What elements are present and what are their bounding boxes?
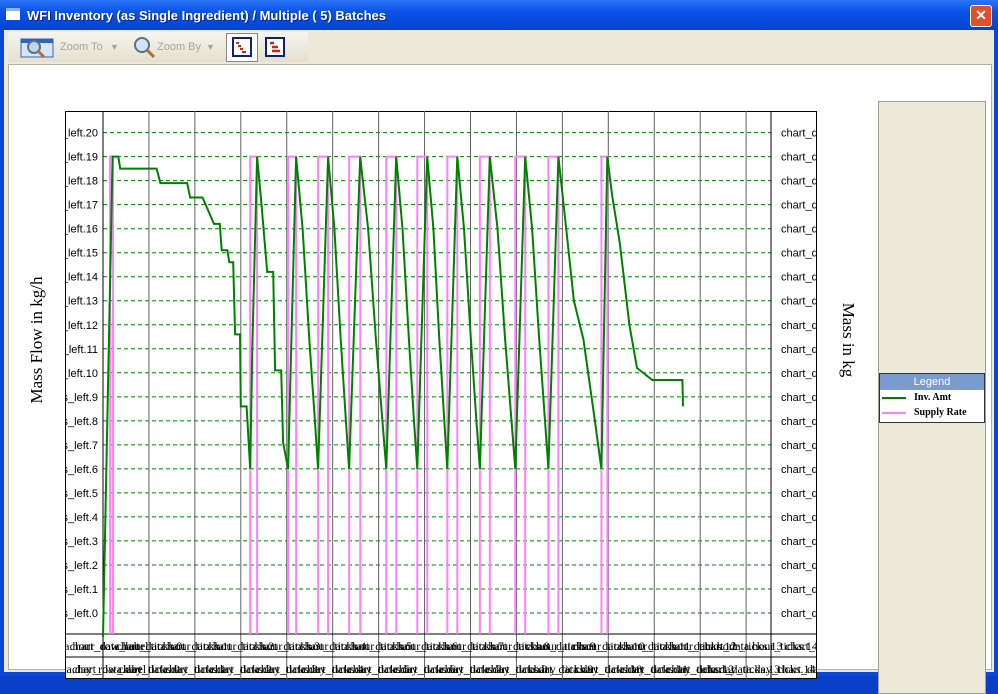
90000: chart_data.yticks_right.17: [781, 200, 817, 212]
magnifier-icon[interactable]: [132, 35, 158, 59]
14000: chart_data.yticks_left.13: [65, 296, 98, 308]
chart-panel: Mass Flow in kg/h Mass in kg chart_data.…: [8, 64, 992, 694]
y-axis-label-left: Mass Flow in kg/h: [27, 276, 46, 404]
15000: chart_data.yticks_right.2: [781, 560, 817, 572]
window: WFI Inventory (as Single Ingredient) / M…: [0, 0, 998, 694]
7000: chart_data.yticks_left.6: [65, 464, 98, 476]
25000: chart_data.yticks_right.4: [781, 512, 817, 524]
80000: chart_data.yticks_right.15: [781, 248, 817, 260]
12000: chart_data.yticks_left.11: [65, 344, 98, 356]
2000: chart_data.yticks_left.1: [65, 584, 98, 596]
window-title: WFI Inventory (as Single Ingredient) / M…: [27, 8, 386, 23]
5000: chart_data.yticks_left.4: [65, 512, 98, 524]
chart-frame: [65, 111, 817, 679]
13000: chart_data.yticks_left.12: [65, 320, 98, 332]
65000: chart_data.yticks_right.12: [781, 320, 817, 332]
zoom-by-dropdown-icon[interactable]: ▼: [206, 35, 215, 59]
3000: chart_data.yticks_left.2: [65, 560, 98, 572]
4000: chart_data.yticks_left.3: [65, 536, 98, 548]
zoom-to-dropdown-icon[interactable]: ▼: [110, 35, 119, 59]
95000: chart_data.yticks_right.18: [781, 176, 817, 188]
client-area: Zoom To ▼ Zoom By ▼ Mass Flow in kg/h Ma…: [4, 30, 994, 694]
legend-title: Legend: [880, 374, 984, 390]
5000: chart_data.yticks_right.0: [781, 608, 817, 620]
75000: chart_data.yticks_right.14: [781, 272, 817, 284]
legend-item-inv-amt: Inv. Amt: [880, 390, 984, 405]
zoom-to-icon[interactable]: [20, 35, 54, 59]
100000: chart_data.yticks_right.19: [781, 152, 817, 164]
1000: chart_data.yticks_left.0: [65, 608, 98, 620]
40000: chart_data.yticks_right.7: [781, 440, 817, 452]
15: chart_data.day_ticks.14: [702, 662, 816, 676]
8000: chart_data.yticks_left.7: [65, 440, 98, 452]
equipment-chart-icon[interactable]: [262, 35, 288, 59]
y-axis-label-right: Mass in kg: [839, 302, 858, 378]
10000: chart_data.yticks_left.9: [65, 392, 98, 404]
50000: chart_data.yticks_right.9: [781, 392, 817, 404]
30000: chart_data.yticks_right.5: [781, 488, 817, 500]
close-button[interactable]: ✕: [970, 5, 992, 27]
15000: chart_data.yticks_left.14: [65, 272, 98, 284]
20000: chart_data.yticks_left.19: [65, 152, 98, 164]
45000: chart_data.yticks_right.8: [781, 416, 817, 428]
60000: chart_data.yticks_right.11: [781, 344, 817, 356]
21000: chart_data.yticks_left.20: [65, 128, 98, 140]
9000: chart_data.yticks_left.8: [65, 416, 98, 428]
gantt-chart-icon[interactable]: [226, 33, 258, 62]
legend-panel: Legend Inv. Amt Supply Rate: [878, 101, 986, 694]
legend-swatch: [882, 397, 906, 399]
17000: chart_data.yticks_left.16: [65, 224, 98, 236]
70000: chart_data.yticks_right.13: [781, 296, 817, 308]
legend-swatch: [882, 412, 906, 414]
zoom-to-button[interactable]: Zoom To: [60, 35, 103, 59]
10000: chart_data.yticks_right.1: [781, 584, 817, 596]
11000: chart_data.yticks_left.10: [65, 368, 98, 380]
19000: chart_data.yticks_left.18: [65, 176, 98, 188]
18000: chart_data.yticks_left.17: [65, 200, 98, 212]
55000: chart_data.yticks_right.10: [781, 368, 817, 380]
20000: chart_data.yticks_right.3: [781, 536, 817, 548]
toolbar: Zoom To ▼ Zoom By ▼: [8, 32, 308, 62]
legend-label: Inv. Amt: [914, 392, 952, 403]
title-bar[interactable]: WFI Inventory (as Single Ingredient) / M…: [0, 0, 998, 30]
35000: chart_data.yticks_right.6: [781, 464, 817, 476]
105000: chart_data.yticks_right.20: [781, 128, 817, 140]
legend-item-supply-rate: Supply Rate: [880, 405, 984, 420]
85000: chart_data.yticks_right.16: [781, 224, 817, 236]
legend-label: Supply Rate: [914, 407, 967, 418]
360: chart_data.hour_ticks.14: [699, 639, 817, 653]
6000: chart_data.yticks_left.5: [65, 488, 98, 500]
legend: Legend Inv. Amt Supply Rate: [879, 373, 985, 423]
16000: chart_data.yticks_left.15: [65, 248, 98, 260]
zoom-by-button[interactable]: Zoom By: [157, 35, 201, 59]
window-icon: [6, 8, 20, 20]
inventory-chart: chart_data.yticks_left.0 chart_data.ytick…: [65, 111, 817, 679]
